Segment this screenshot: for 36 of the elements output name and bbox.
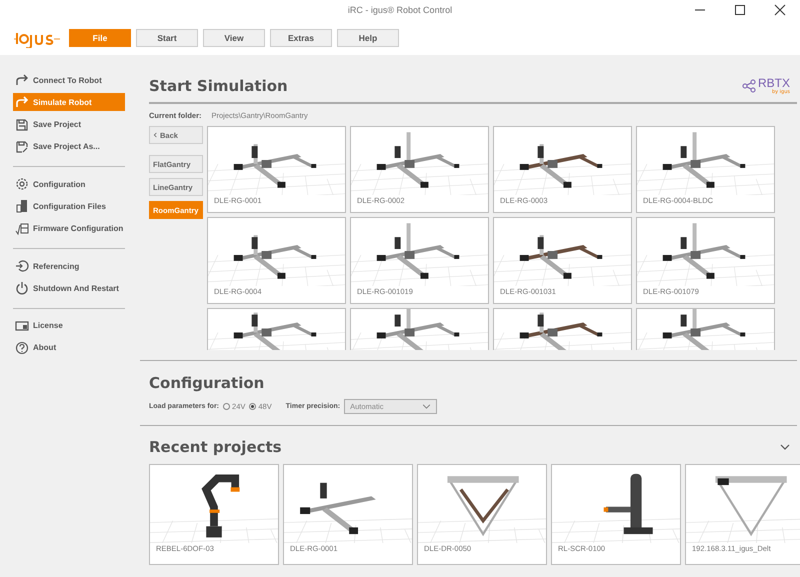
menu-tab[interactable]: View <box>203 28 265 46</box>
menu-tab[interactable]: Help <box>337 28 399 46</box>
sidebar-item[interactable]: Configuration Files <box>13 197 125 216</box>
sidebar-item[interactable]: Shutdown And Restart <box>13 279 125 298</box>
section-title: Recent projects <box>149 438 282 456</box>
reference-icon <box>15 259 29 274</box>
menu-tab[interactable]: Extras <box>270 28 332 46</box>
chevron-down-icon[interactable] <box>780 444 790 450</box>
gear-icon <box>15 177 29 192</box>
section-title: Start Simulation <box>149 77 288 95</box>
share-arrow-icon <box>15 95 29 110</box>
save-icon <box>15 118 29 132</box>
chevron-left-icon <box>153 132 157 138</box>
section-title: Configuration <box>149 374 266 392</box>
sidebar-item[interactable]: Configuration <box>13 175 125 194</box>
brand-logo: RBTX <box>758 77 790 89</box>
sidebar-item[interactable]: Referencing <box>13 257 125 276</box>
window-title: iRC - igus® Robot Control <box>346 5 454 15</box>
save-as-icon <box>15 140 29 154</box>
files-icon <box>15 199 29 214</box>
power-icon <box>15 281 29 296</box>
menu-tab[interactable]: File <box>69 28 131 46</box>
sidebar-item[interactable]: Connect To Robot <box>13 71 125 89</box>
share-arrow-icon <box>15 73 29 87</box>
menu-tab[interactable]: Start <box>136 28 198 46</box>
formula-icon <box>15 222 29 236</box>
sidebar-item[interactable]: About <box>13 338 125 357</box>
help-icon <box>15 340 29 355</box>
sidebar-item[interactable]: Save Project <box>13 116 125 134</box>
sidebar-item[interactable]: Firmware Configuration <box>13 220 125 238</box>
sidebar-item[interactable]: License <box>13 316 125 335</box>
share-icon <box>742 79 756 93</box>
sidebar-item[interactable]: Save Project As... <box>13 138 125 156</box>
sidebar-item[interactable]: Simulate Robot <box>13 93 125 112</box>
license-card-icon <box>15 318 29 333</box>
chevron-down-icon <box>422 404 432 409</box>
